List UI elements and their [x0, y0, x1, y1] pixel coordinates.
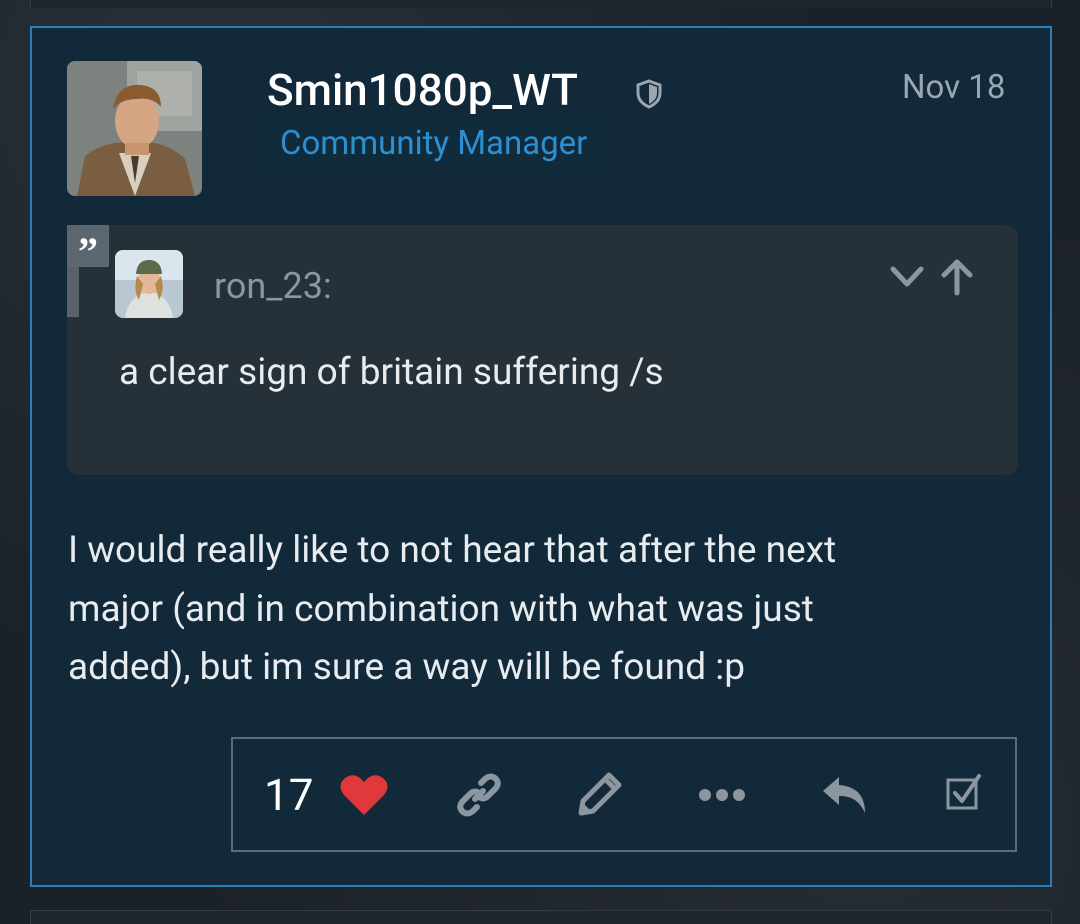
post-body-line: added), but im sure a way will be found … — [68, 646, 746, 689]
previous-post-edge — [30, 0, 1052, 8]
post-body: I would really like to not hear that aft… — [68, 522, 998, 698]
quoted-user-avatar[interactable] — [115, 250, 183, 318]
like-count[interactable]: 17 — [264, 769, 313, 821]
post-body-line: major (and in combination with what was … — [68, 587, 814, 631]
arrow-up-icon[interactable] — [937, 257, 977, 297]
forum-post: Smin1080p_WT Community Manager Nov 18 ” … — [30, 26, 1052, 887]
username[interactable]: Smin1080p_WT — [267, 64, 578, 116]
next-post-edge — [30, 910, 1052, 924]
more-icon[interactable] — [698, 787, 746, 803]
quote-controls — [887, 257, 987, 297]
shield-icon — [636, 79, 662, 109]
quoted-username[interactable]: ron_23: — [214, 265, 332, 307]
quote-text: a clear sign of britain suffering /s — [119, 351, 664, 394]
post-actions-bar: 17 — [231, 737, 1017, 852]
post-date[interactable]: Nov 18 — [902, 68, 1005, 107]
chevron-down-icon[interactable] — [887, 257, 927, 297]
post-body-line: I would really like to not hear that aft… — [68, 529, 837, 572]
checkbox-icon[interactable] — [945, 773, 983, 811]
quote-block: ” ron_23: a clear sign of britain suffer… — [67, 225, 1018, 475]
link-icon[interactable] — [455, 771, 503, 819]
quote-icon: ” — [67, 225, 109, 274]
reply-icon[interactable] — [819, 773, 871, 819]
pencil-icon[interactable] — [575, 769, 625, 819]
user-role-badge: Community Manager — [268, 122, 600, 164]
user-avatar[interactable] — [67, 61, 202, 196]
heart-icon[interactable] — [339, 773, 389, 817]
